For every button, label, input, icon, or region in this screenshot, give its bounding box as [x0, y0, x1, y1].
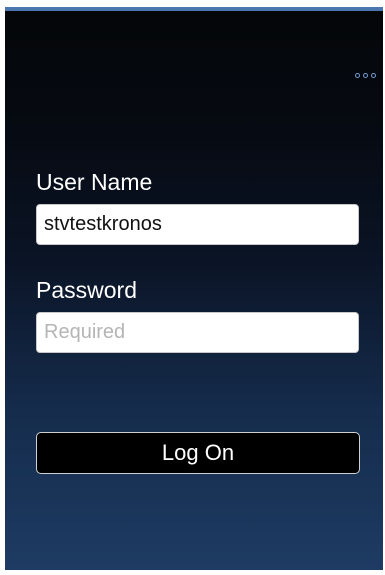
menu-dot — [371, 72, 376, 78]
device-frame: User Name Password Log On — [0, 0, 385, 575]
login-screen: User Name Password Log On — [5, 7, 383, 570]
overflow-menu-icon[interactable] — [355, 67, 383, 83]
logon-button[interactable]: Log On — [36, 432, 360, 474]
menu-dot — [363, 72, 368, 78]
username-label: User Name — [36, 169, 153, 195]
username-input[interactable] — [36, 204, 359, 245]
password-input[interactable] — [36, 312, 359, 353]
top-accent-bar — [5, 7, 383, 11]
menu-dot — [355, 72, 360, 78]
password-label: Password — [36, 277, 137, 303]
